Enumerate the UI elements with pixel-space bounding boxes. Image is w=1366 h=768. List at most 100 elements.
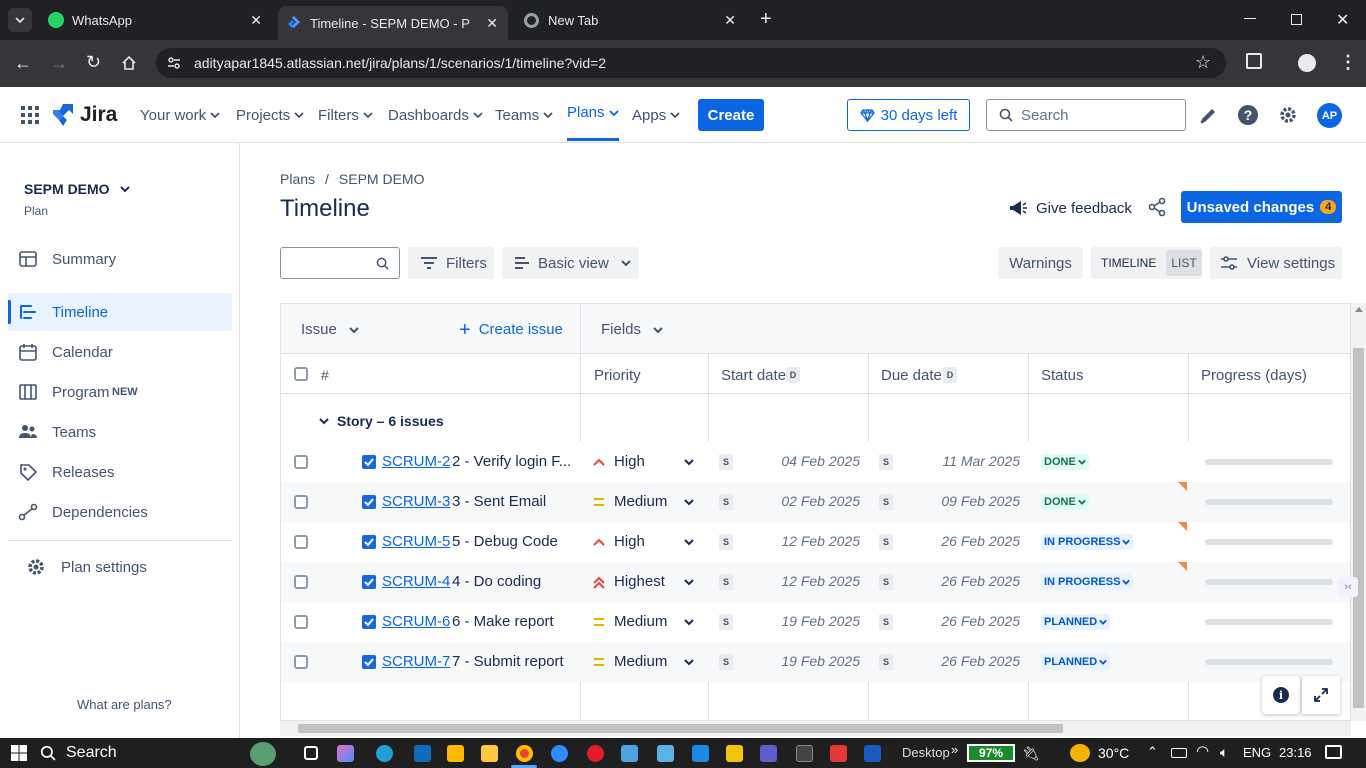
store-icon[interactable] <box>447 745 464 762</box>
overflow-chevron-icon[interactable]: » <box>951 742 958 757</box>
language-indicator[interactable]: ENG <box>1243 745 1271 760</box>
issue-key-link[interactable]: SCRUM-6 <box>382 613 450 630</box>
minimize-icon[interactable] <box>1244 18 1256 19</box>
give-feedback-button[interactable]: Give feedback <box>1008 192 1132 224</box>
breadcrumb-project[interactable]: SEPM DEMO <box>339 171 425 187</box>
scroll-thumb[interactable] <box>298 724 1063 733</box>
new-tab-icon[interactable]: + <box>760 8 772 31</box>
sidebar-item-summary[interactable]: Summary <box>8 240 232 278</box>
back-icon[interactable]: ← <box>14 53 32 74</box>
table-row[interactable]: SCRUM-5 5 - Debug Code High S 12 Feb 202… <box>281 522 1350 562</box>
close-tab-icon[interactable]: ✕ <box>724 12 736 29</box>
sidebar-item-dependencies[interactable]: Dependencies <box>8 493 232 531</box>
filters-button[interactable]: Filters <box>408 247 494 279</box>
site-info-icon[interactable] <box>166 55 182 71</box>
scroll-thumb[interactable] <box>1353 348 1364 708</box>
chevron-down-icon[interactable] <box>684 537 694 547</box>
status-badge[interactable]: PLANNED <box>1041 654 1111 670</box>
battery-icon[interactable] <box>1171 748 1187 758</box>
table-row[interactable]: SCRUM-4 4 - Do coding Highest S 12 Feb 2… <box>281 562 1350 602</box>
basic-view-button[interactable]: Basic view <box>502 247 639 279</box>
sidebar-item-calendar[interactable]: Calendar <box>8 333 232 371</box>
due-date-value[interactable]: 26 Feb 2025 <box>941 613 1020 629</box>
issue-summary[interactable]: 2 - Verify login F... <box>452 453 571 470</box>
fullscreen-button[interactable] <box>1302 676 1340 714</box>
profile-icon[interactable] <box>1298 54 1316 72</box>
clock[interactable]: 23:16 <box>1279 745 1312 760</box>
nav-plans[interactable]: Plans <box>567 87 619 141</box>
extensions-icon[interactable] <box>1246 53 1262 69</box>
terminal-icon[interactable] <box>796 745 813 762</box>
warnings-button[interactable]: Warnings <box>998 247 1083 279</box>
app-switcher-icon[interactable] <box>21 106 39 124</box>
issue-summary[interactable]: 3 - Sent Email <box>452 493 546 510</box>
start-date-value[interactable]: 12 Feb 2025 <box>781 573 860 589</box>
priority-value[interactable]: Medium <box>614 493 667 510</box>
table-row[interactable]: SCRUM-7 7 - Submit report Medium S 19 Fe… <box>281 642 1350 682</box>
panel-collapse-handle[interactable]: ›‹ <box>1338 577 1358 597</box>
table-row[interactable]: SCRUM-3 3 - Sent Email Medium S 02 Feb 2… <box>281 482 1350 522</box>
close-tab-icon[interactable]: ✕ <box>250 12 262 29</box>
breadcrumb-plans[interactable]: Plans <box>280 171 315 187</box>
home-icon[interactable] <box>121 55 137 71</box>
unsaved-changes-button[interactable]: Unsaved changes 4 <box>1181 191 1342 223</box>
chevron-down-icon[interactable] <box>684 617 694 627</box>
issue-summary[interactable]: 6 - Make report <box>452 613 554 630</box>
restore-icon[interactable] <box>1291 14 1302 25</box>
column-header-start-date[interactable]: Start date <box>721 367 786 384</box>
chevron-down-icon[interactable] <box>684 657 694 667</box>
priority-value[interactable]: High <box>614 453 645 470</box>
forward-icon[interactable]: → <box>50 53 68 74</box>
teams-app-icon[interactable] <box>760 745 777 762</box>
chevron-down-icon[interactable] <box>684 457 694 467</box>
row-checkbox[interactable] <box>294 615 308 629</box>
row-checkbox[interactable] <box>294 495 308 509</box>
wifi-icon[interactable]: ◠ <box>1196 742 1209 760</box>
nav-projects[interactable]: Projects <box>236 87 304 143</box>
column-header-status[interactable]: Status <box>1041 367 1084 384</box>
issue-summary[interactable]: 4 - Do coding <box>452 573 541 590</box>
nav-filters[interactable]: Filters <box>318 87 373 143</box>
share-icon[interactable] <box>1147 197 1167 217</box>
row-checkbox[interactable] <box>294 575 308 589</box>
paint-icon[interactable] <box>726 745 743 762</box>
priority-value[interactable]: Highest <box>614 573 665 590</box>
start-date-value[interactable]: 19 Feb 2025 <box>781 653 860 669</box>
tab-new-tab[interactable]: New Tab ✕ <box>514 0 746 40</box>
edge-icon[interactable] <box>376 745 393 762</box>
due-date-value[interactable]: 26 Feb 2025 <box>941 533 1020 549</box>
chevron-down-icon[interactable] <box>684 577 694 587</box>
nav-teams[interactable]: Teams <box>495 87 553 143</box>
taskbar-search[interactable]: Search <box>40 738 117 768</box>
issue-summary[interactable]: 7 - Submit report <box>452 653 564 670</box>
create-issue-button[interactable]: + Create issue <box>459 320 563 340</box>
user-avatar[interactable]: AP <box>1317 103 1342 128</box>
start-date-value[interactable]: 04 Feb 2025 <box>781 453 860 469</box>
copilot-icon[interactable] <box>337 745 354 762</box>
mail-icon[interactable] <box>414 745 431 762</box>
sidebar-item-teams[interactable]: Teams <box>8 413 232 451</box>
trial-button[interactable]: 30 days left <box>847 99 970 131</box>
file-explorer-icon[interactable] <box>481 745 498 762</box>
fields-dropdown[interactable]: Fields <box>601 321 663 338</box>
create-button[interactable]: Create <box>698 99 764 131</box>
bookmark-star-icon[interactable]: ☆ <box>1195 52 1211 73</box>
table-row[interactable]: SCRUM-6 6 - Make report Medium S 19 Feb … <box>281 602 1350 642</box>
row-checkbox[interactable] <box>294 535 308 549</box>
status-badge[interactable]: IN PROGRESS <box>1041 534 1134 550</box>
vertical-scrollbar[interactable] <box>1351 303 1366 721</box>
sidebar-item-releases[interactable]: Releases <box>8 453 232 491</box>
horizontal-scrollbar[interactable] <box>280 721 1351 736</box>
battery-percentage[interactable]: 97% <box>967 744 1015 762</box>
search-input[interactable]: Search <box>986 99 1186 131</box>
browser-menu-icon[interactable]: ⋮ <box>1339 52 1357 73</box>
issue-header-dropdown[interactable]: Issue <box>301 321 359 338</box>
due-date-value[interactable]: 26 Feb 2025 <box>941 573 1020 589</box>
widgets-icon[interactable] <box>250 742 276 766</box>
scroll-up-icon[interactable] <box>1355 307 1363 312</box>
vscode-icon[interactable] <box>692 745 709 762</box>
windows-start-icon[interactable] <box>11 745 27 761</box>
priority-value[interactable]: Medium <box>614 653 667 670</box>
chevron-down-icon[interactable] <box>684 497 694 507</box>
status-badge[interactable]: DONE <box>1041 454 1089 470</box>
